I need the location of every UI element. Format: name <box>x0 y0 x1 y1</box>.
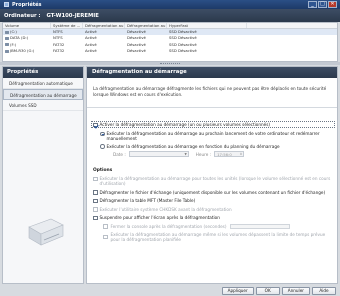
column-filesystem[interactable]: Système de ... <box>51 23 83 28</box>
volume-hyperfast: SSD Désactivé <box>169 47 197 53</box>
schedule-section: Activer la défragmentation au démarrage … <box>91 121 335 158</box>
chevron-down-icon: ▼ <box>184 151 187 156</box>
maximize-button[interactable]: □ <box>318 1 327 8</box>
nav-item-auto-defrag[interactable]: Défragmentation automatique <box>3 78 83 89</box>
column-hyperfast[interactable]: HyperFast <box>167 23 247 28</box>
app-icon <box>4 2 9 7</box>
time-value: 17:56:0 <box>217 151 232 157</box>
disk-icon <box>5 49 9 53</box>
properties-nav-title: Propriétés <box>3 67 83 78</box>
enable-boot-defrag-checkbox[interactable]: Activer la défragmentation au démarrage … <box>91 121 335 129</box>
nav-item-boot-defrag[interactable]: Défragmentation au démarrage <box>3 89 83 100</box>
ok-button[interactable]: OK <box>255 287 280 295</box>
date-picker[interactable]: ▼ <box>128 150 189 158</box>
sub-option-time-limit[interactable]: Exécuter la défragmentation au démarrage… <box>103 232 333 242</box>
checkbox-box[interactable] <box>93 190 98 195</box>
option-mft[interactable]: Défragmenter la table MFT (Master File T… <box>93 198 333 204</box>
option-label: Suspendre pour afficher l'écran après la… <box>99 215 220 221</box>
sub-option-label: Fermer la console après la défragmentati… <box>110 223 227 229</box>
sub-option-label: Exécuter la défragmentation au démarrage… <box>110 231 326 242</box>
option-label: Exécuter l'utilitaire système CHKDSK ava… <box>99 206 232 212</box>
disk-icon <box>5 43 9 47</box>
window-titlebar: Propriétés _ □ ✕ <box>0 0 340 9</box>
panel-title: Défragmentation au démarrage <box>87 67 337 78</box>
checkbox-box[interactable] <box>93 198 98 204</box>
volume-boot-defrag: Désactivé <box>127 47 146 53</box>
option-label: Défragmenter la table MFT (Master File T… <box>99 198 196 204</box>
window-title: Propriétés <box>12 1 42 8</box>
help-button[interactable]: Aide <box>312 287 336 295</box>
properties-nav: Propriétés Défragmentation automatique D… <box>2 66 84 284</box>
apply-button[interactable]: Appliquer <box>221 287 254 295</box>
hard-drive-icon <box>28 218 64 246</box>
column-boot-defrag[interactable]: Défragmentation au ... <box>125 23 167 28</box>
time-label: Heure : <box>195 151 212 157</box>
volume-filesystem: FAT32 <box>53 47 65 53</box>
time-field[interactable]: 17:56:0 ⇕ <box>214 150 245 158</box>
option-all-drives[interactable]: Exécuter la défragmentation au démarrage… <box>93 176 333 186</box>
column-auto-defrag[interactable]: Défragmentation au ... <box>83 23 125 28</box>
option-chkdsk[interactable]: Exécuter l'utilitaire système CHKDSK ava… <box>93 207 333 212</box>
boot-defrag-panel: Défragmentation au démarrage La défragme… <box>86 66 338 284</box>
cancel-button[interactable]: Annuler <box>281 287 310 295</box>
volume-auto-defrag: Activé <box>85 47 97 53</box>
checkbox-box[interactable] <box>93 176 98 181</box>
checkbox-box[interactable] <box>93 215 98 221</box>
computer-label: Ordinateur : <box>4 12 41 19</box>
splitter-grip <box>160 63 180 64</box>
option-label: Exécuter la défragmentation au démarrage… <box>99 176 331 187</box>
seconds-field[interactable] <box>229 223 290 229</box>
checkbox-box[interactable] <box>103 224 108 229</box>
checkbox-box[interactable] <box>93 122 98 127</box>
radio-schedule-label: Exécuter la défragmentation au démarrage… <box>106 143 280 149</box>
radio-button[interactable] <box>100 131 105 137</box>
enable-boot-defrag-label: Activer la défragmentation au démarrage … <box>99 122 271 127</box>
checkbox-box[interactable] <box>93 207 98 212</box>
minimize-button[interactable]: _ <box>308 1 317 8</box>
disk-icon <box>5 36 9 40</box>
panel-description: La défragmentation au démarrage défragme… <box>93 86 327 97</box>
radio-button[interactable] <box>100 144 105 149</box>
dialog-buttons: Appliquer OK Annuler Aide <box>221 287 336 295</box>
sub-option-close-console[interactable]: Fermer la console après la défragmentati… <box>103 223 333 229</box>
volume-name: JBM-R30 (G:) <box>10 47 35 53</box>
radio-next-boot[interactable]: Exécuter la défragmentation au démarrage… <box>100 131 335 141</box>
computer-name: GT-W100-JEREMIE <box>46 12 99 19</box>
checkbox-box[interactable] <box>103 234 108 240</box>
date-label: Date : <box>113 151 126 157</box>
options-list: Exécuter la défragmentation au démarrage… <box>93 176 333 245</box>
option-label: Défragmenter le fichier d'échange (uniqu… <box>99 189 326 195</box>
spinner-icon: ⇕ <box>239 151 243 156</box>
divider <box>87 107 337 108</box>
radio-schedule[interactable]: Exécuter la défragmentation au démarrage… <box>100 144 335 149</box>
volumes-list[interactable]: Volume Système de ... Défragmentation au… <box>2 22 338 62</box>
close-button[interactable]: ✕ <box>328 1 337 8</box>
options-heading: Options <box>93 168 113 173</box>
column-volume[interactable]: Volume <box>3 23 51 28</box>
computer-header: Ordinateur : GT-W100-JEREMIE <box>0 9 340 22</box>
option-pagefile[interactable]: Défragmenter le fichier d'échange (uniqu… <box>93 190 333 195</box>
nav-item-ssd-volumes[interactable]: Volumes SSD <box>3 100 83 111</box>
option-pause-screen[interactable]: Suspendre pour afficher l'écran après la… <box>93 215 333 221</box>
volume-row[interactable]: JBM-R30 (G:) FAT32 Activé Désactivé SSD … <box>3 48 337 54</box>
disk-icon <box>5 30 9 34</box>
radio-next-boot-label: Exécuter la défragmentation au démarrage… <box>106 131 320 142</box>
